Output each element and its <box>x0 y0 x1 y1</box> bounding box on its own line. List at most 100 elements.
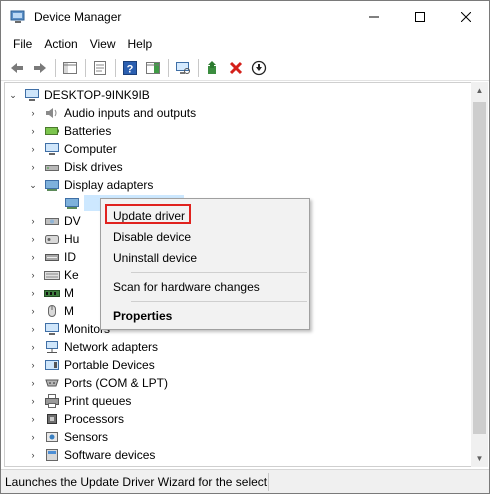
minimize-button[interactable] <box>351 1 397 33</box>
show-hide-console-tree-button[interactable] <box>59 57 81 79</box>
download-button[interactable] <box>248 57 270 79</box>
title-bar: Device Manager <box>1 1 489 33</box>
expand-arrow-icon[interactable]: › <box>28 302 38 320</box>
expand-arrow-icon[interactable]: › <box>28 446 38 464</box>
device-manager-app-icon <box>10 10 26 24</box>
update-driver-button[interactable] <box>202 57 224 79</box>
toolbar-separator <box>115 58 116 77</box>
display-adapter-icon <box>44 177 60 193</box>
close-button[interactable] <box>443 1 489 33</box>
scroll-up-icon[interactable]: ▲ <box>471 82 488 99</box>
tree-item[interactable]: › M <box>28 302 75 320</box>
memory-icon <box>44 285 60 301</box>
expand-arrow-icon[interactable]: › <box>28 284 38 302</box>
tree-item[interactable]: › Processors <box>28 410 125 428</box>
expand-arrow-icon[interactable]: › <box>28 122 38 140</box>
maximize-button[interactable] <box>397 1 443 33</box>
collapse-arrow-icon[interactable]: ⌄ <box>8 86 18 104</box>
expand-arrow-icon[interactable]: › <box>28 104 38 122</box>
menu-help[interactable]: Help <box>122 33 159 55</box>
processor-icon <box>44 411 60 427</box>
status-divider <box>268 473 269 491</box>
tree-item[interactable]: › Audio inputs and outputs <box>28 104 197 122</box>
maximize-icon <box>415 12 425 22</box>
close-icon <box>461 12 471 22</box>
tree-item[interactable]: › Ports (COM & LPT) <box>28 374 169 392</box>
tree-item[interactable]: › Monitors <box>28 320 111 338</box>
menu-file[interactable]: File <box>7 33 38 55</box>
monitor-icon <box>44 321 60 337</box>
scrollbar-thumb[interactable] <box>473 102 486 434</box>
expand-arrow-icon[interactable]: › <box>28 410 38 428</box>
help-button[interactable]: ? <box>119 57 141 79</box>
network-icon <box>44 339 60 355</box>
show-hide-console-tree-icon <box>63 61 77 74</box>
back-button[interactable] <box>6 57 28 79</box>
expand-arrow-icon[interactable]: › <box>28 320 38 338</box>
forward-icon <box>34 62 46 73</box>
menu-action[interactable]: Action <box>38 33 83 55</box>
expand-arrow-icon[interactable]: › <box>28 338 38 356</box>
tree-item[interactable]: › Software devices <box>28 446 156 464</box>
scan-hardware-button[interactable] <box>172 57 194 79</box>
expand-arrow-icon[interactable]: › <box>28 248 38 266</box>
expand-arrow-icon[interactable]: › <box>28 374 38 392</box>
collapse-arrow-icon[interactable]: ⌄ <box>28 176 38 194</box>
tree-item-display-adapters[interactable]: ⌄ Display adapters <box>28 176 153 194</box>
toolbar: ? <box>1 55 489 81</box>
tree-item[interactable]: › Portable Devices <box>28 356 155 374</box>
tree-item[interactable]: › DV <box>28 212 81 230</box>
status-bar: Launches the Update Driver Wizard for th… <box>1 469 489 493</box>
expand-arrow-icon[interactable]: › <box>28 212 38 230</box>
port-icon <box>44 375 60 391</box>
tree-item[interactable]: › Ke <box>28 266 79 284</box>
hid-icon <box>44 231 60 247</box>
tree-item[interactable]: › Sensors <box>28 428 109 446</box>
tree-root-label: DESKTOP-9INK9IB <box>44 88 150 102</box>
ide-icon <box>44 249 60 265</box>
context-menu-separator <box>131 301 307 302</box>
dvd-icon <box>44 213 60 229</box>
expand-arrow-icon[interactable]: › <box>28 356 38 374</box>
vertical-scrollbar[interactable]: ▲ ▼ <box>471 82 488 467</box>
uninstall-icon <box>229 61 243 74</box>
tree-item[interactable]: › Computer <box>28 140 117 158</box>
expand-arrow-icon[interactable]: › <box>28 428 38 446</box>
toolbar-separator <box>85 58 86 77</box>
tree-root[interactable]: ⌄ DESKTOP-9INK9IB <box>8 86 150 104</box>
update-driver-highlight <box>105 204 191 224</box>
tree-item[interactable]: › ID <box>28 248 77 266</box>
tree-item[interactable]: › Print queues <box>28 392 131 410</box>
tree-item[interactable]: › M <box>28 284 75 302</box>
tree-item[interactable]: › Disk drives <box>28 158 123 176</box>
expand-arrow-icon[interactable]: › <box>28 230 38 248</box>
context-menu-uninstall-device[interactable]: Uninstall device <box>103 247 307 269</box>
sensor-icon <box>44 429 60 445</box>
scroll-down-icon[interactable]: ▼ <box>471 450 488 467</box>
update-driver-icon <box>208 60 216 74</box>
context-menu-separator <box>131 272 307 273</box>
tree-item[interactable]: › Network adapters <box>28 338 159 356</box>
context-menu-scan-hardware[interactable]: Scan for hardware changes <box>103 276 307 298</box>
menu-view[interactable]: View <box>84 33 122 55</box>
menu-bar: File Action View Help <box>1 33 489 55</box>
properties-button[interactable] <box>89 57 111 79</box>
download-icon <box>251 60 267 75</box>
expand-arrow-icon[interactable]: › <box>28 158 38 176</box>
printer-icon <box>44 393 60 409</box>
minimize-icon <box>369 16 379 18</box>
action-pane-icon <box>146 61 160 74</box>
forward-button[interactable] <box>29 57 51 79</box>
context-menu-disable-device[interactable]: Disable device <box>103 226 307 248</box>
action-pane-button[interactable] <box>142 57 164 79</box>
context-menu-properties[interactable]: Properties <box>103 305 307 327</box>
expand-arrow-icon[interactable]: › <box>28 392 38 410</box>
expand-arrow-icon[interactable]: › <box>28 140 38 158</box>
uninstall-button[interactable] <box>225 57 247 79</box>
disk-icon <box>44 159 60 175</box>
software-device-icon <box>44 447 60 463</box>
tree-item[interactable]: › Hu <box>28 230 80 248</box>
expand-arrow-icon[interactable]: › <box>28 266 38 284</box>
tree-item[interactable]: › Batteries <box>28 122 112 140</box>
monitor-icon <box>44 141 60 157</box>
